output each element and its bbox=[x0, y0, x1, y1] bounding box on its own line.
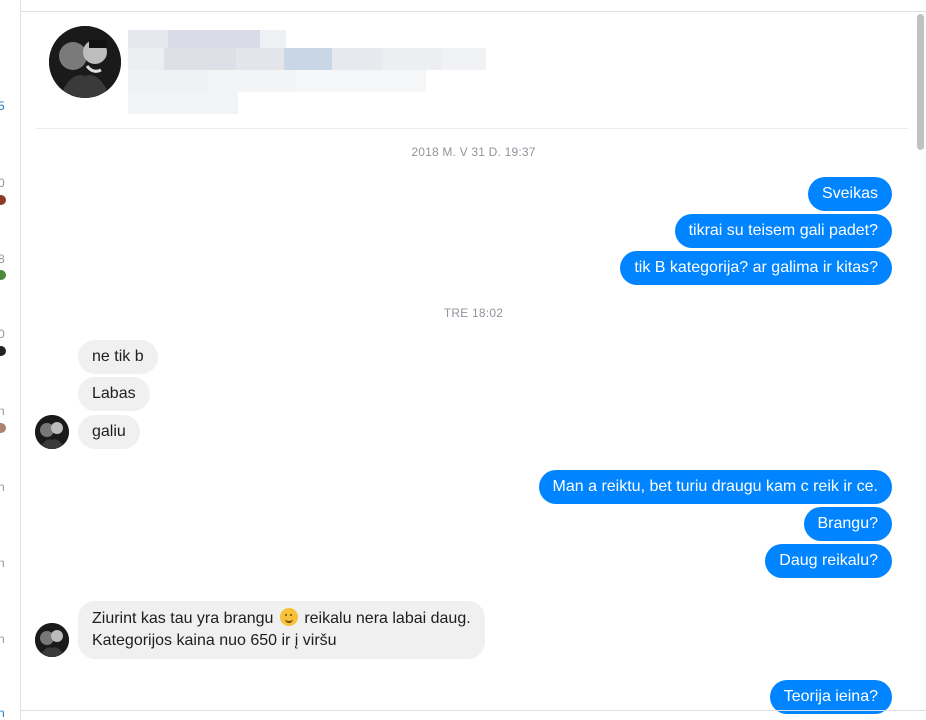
list-fragment: n bbox=[0, 480, 5, 494]
outgoing-message[interactable]: Daug reikalu? bbox=[765, 544, 892, 578]
outgoing-message[interactable]: Man a reiktu, bet turiu draugu kam c rei… bbox=[538, 470, 892, 504]
timestamp-separator: 2018 M. V 31 D. 19:37 bbox=[411, 145, 536, 159]
message-text: Kategorijos kaina nuo 650 ir į viršu bbox=[92, 632, 337, 649]
contact-avatar[interactable] bbox=[49, 26, 121, 98]
list-avatar bbox=[0, 195, 6, 205]
list-fragment: n bbox=[0, 556, 5, 570]
list-fragment: 8 bbox=[0, 252, 5, 266]
composer-divider bbox=[20, 710, 926, 711]
timestamp-separator: TRE 18:02 bbox=[443, 306, 504, 320]
incoming-message[interactable]: Labas bbox=[78, 377, 150, 411]
thread-scrollbar[interactable] bbox=[914, 12, 926, 720]
list-avatar bbox=[0, 270, 6, 280]
message-text: Ziurint kas tau yra brangu bbox=[92, 610, 274, 627]
incoming-message[interactable]: galiu bbox=[78, 415, 140, 449]
list-fragment: 0 bbox=[0, 176, 5, 190]
outgoing-message[interactable]: Teorija ieina? bbox=[769, 680, 892, 714]
sender-avatar[interactable] bbox=[35, 415, 69, 449]
conversation-list-edge[interactable]: 5 0 8 0 n n n n n bbox=[0, 0, 21, 720]
message-text: reikalu nera labai daug. bbox=[304, 610, 471, 627]
outgoing-message[interactable]: Sveikas bbox=[807, 177, 892, 211]
outgoing-message[interactable]: tik B kategorija? ar galima ir kitas? bbox=[620, 251, 892, 285]
incoming-message[interactable]: ne tik b bbox=[78, 340, 158, 374]
sender-avatar[interactable] bbox=[35, 623, 69, 657]
list-fragment: 5 bbox=[0, 99, 5, 113]
outgoing-message[interactable]: tikrai su teisem gali padet? bbox=[674, 214, 892, 248]
scrollbar-thumb[interactable] bbox=[917, 14, 924, 150]
list-avatar bbox=[0, 346, 6, 356]
list-fragment: n bbox=[0, 706, 5, 720]
list-avatar bbox=[0, 423, 6, 433]
outgoing-message[interactable]: Brangu? bbox=[803, 507, 892, 541]
incoming-message[interactable]: Ziurint kas tau yra brangu reikalu nera … bbox=[78, 601, 485, 659]
list-fragment: 0 bbox=[0, 327, 5, 341]
smiling-face-emoji-icon bbox=[279, 608, 298, 626]
list-fragment: n bbox=[0, 404, 5, 418]
conversation-header bbox=[36, 12, 908, 129]
list-fragment: n bbox=[0, 632, 5, 646]
